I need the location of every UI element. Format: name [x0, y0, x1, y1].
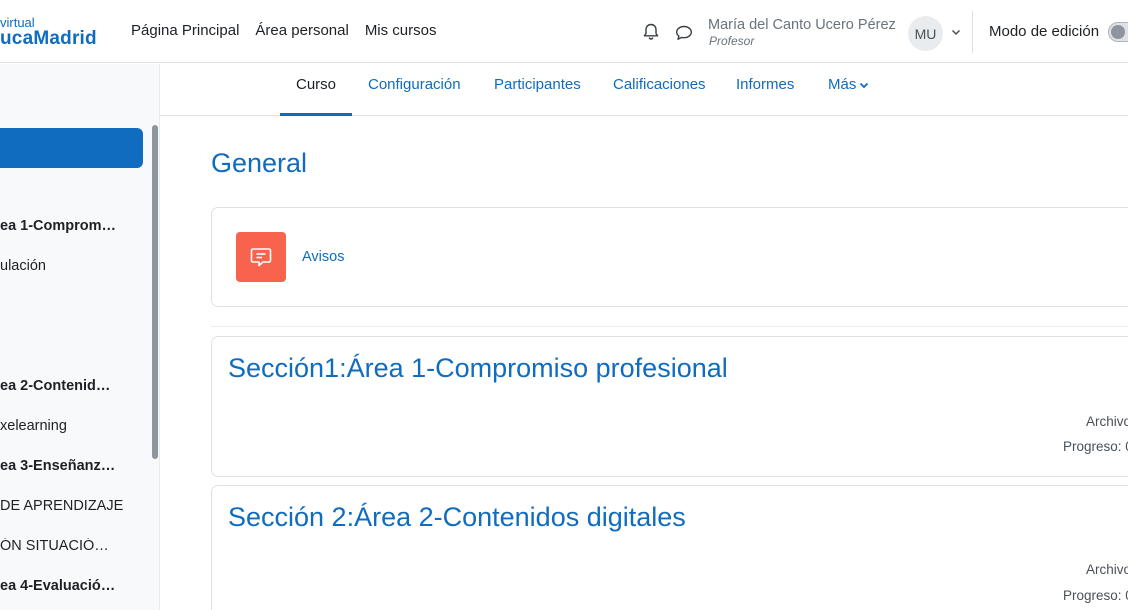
- section-card: Sección1:Área 1-Compromiso profesional A…: [211, 336, 1128, 477]
- tab-grades[interactable]: Calificaciones: [613, 76, 706, 93]
- avatar[interactable]: MU: [908, 16, 943, 51]
- user-name[interactable]: María del Canto Ucero Pérez: [708, 17, 896, 33]
- section-meta-files: Archivo: [1086, 562, 1128, 577]
- activity-card: Avisos: [211, 207, 1128, 307]
- section-meta-progress: Progreso: 0: [1063, 439, 1128, 454]
- drawer-active-item[interactable]: [0, 128, 143, 168]
- activity-link-avisos[interactable]: Avisos: [302, 249, 344, 265]
- forum-icon: [236, 232, 286, 282]
- primary-navigation: Página Principal Área personal Mis curso…: [131, 22, 437, 39]
- drawer-activity-item[interactable]: ÓN SITUACIÓ…: [0, 538, 150, 554]
- tab-more[interactable]: Más: [828, 76, 869, 93]
- course-index-drawer: ea 1-Comprom… ulación ea 2-Contenid… xel…: [0, 64, 160, 610]
- section-title[interactable]: Sección 2:Área 2-Contenidos digitales: [228, 502, 686, 533]
- section-meta-files: Archivo: [1086, 414, 1128, 429]
- edit-mode-label: Modo de edición: [989, 23, 1100, 40]
- tab-more-label: Más: [828, 76, 857, 93]
- tab-participants[interactable]: Participantes: [494, 76, 581, 93]
- tab-settings[interactable]: Configuración: [368, 76, 461, 93]
- active-tab-indicator: [280, 113, 352, 116]
- section-divider: [211, 326, 1128, 327]
- drawer-scrollbar[interactable]: [152, 125, 158, 459]
- drawer-section-item[interactable]: ea 4-Evaluació…: [0, 578, 150, 594]
- bell-icon[interactable]: [641, 22, 661, 42]
- drawer-section-item[interactable]: ea 2-Contenid…: [0, 378, 150, 394]
- drawer-activity-item[interactable]: xelearning: [0, 418, 150, 434]
- tab-course[interactable]: Curso: [296, 76, 336, 93]
- nav-home[interactable]: Página Principal: [131, 22, 239, 39]
- page-title: General: [211, 148, 308, 178]
- drawer-activity-item[interactable]: ulación: [0, 258, 150, 274]
- drawer-activity-item[interactable]: DE APRENDIZAJE: [0, 498, 150, 514]
- drawer-section-item[interactable]: ea 3-Enseñanz…: [0, 458, 150, 474]
- edit-mode-toggle[interactable]: [1108, 22, 1128, 42]
- section-card: Sección 2:Área 2-Contenidos digitales Ar…: [211, 485, 1128, 610]
- section-meta-progress: Progreso: 0: [1063, 588, 1128, 603]
- chat-icon[interactable]: [674, 23, 694, 43]
- chevron-down-icon[interactable]: [950, 26, 962, 38]
- nav-my-courses[interactable]: Mis cursos: [365, 22, 437, 39]
- site-logo[interactable]: ucaMadrid: [0, 28, 97, 50]
- section-title[interactable]: Sección1:Área 1-Compromiso profesional: [228, 353, 728, 384]
- top-navbar: virtual ucaMadrid Página Principal Área …: [0, 0, 1128, 63]
- course-content: General Avisos Sección1:Área 1-Compromis…: [160, 117, 1128, 610]
- drawer-section-item[interactable]: ea 1-Comprom…: [0, 218, 150, 234]
- secondary-navigation: Curso Configuración Participantes Califi…: [160, 64, 1128, 116]
- chevron-down-icon: [860, 82, 869, 89]
- user-role: Profesor: [709, 34, 755, 48]
- tab-reports[interactable]: Informes: [736, 76, 794, 93]
- nav-dashboard[interactable]: Área personal: [255, 22, 348, 39]
- nav-divider: [972, 11, 973, 53]
